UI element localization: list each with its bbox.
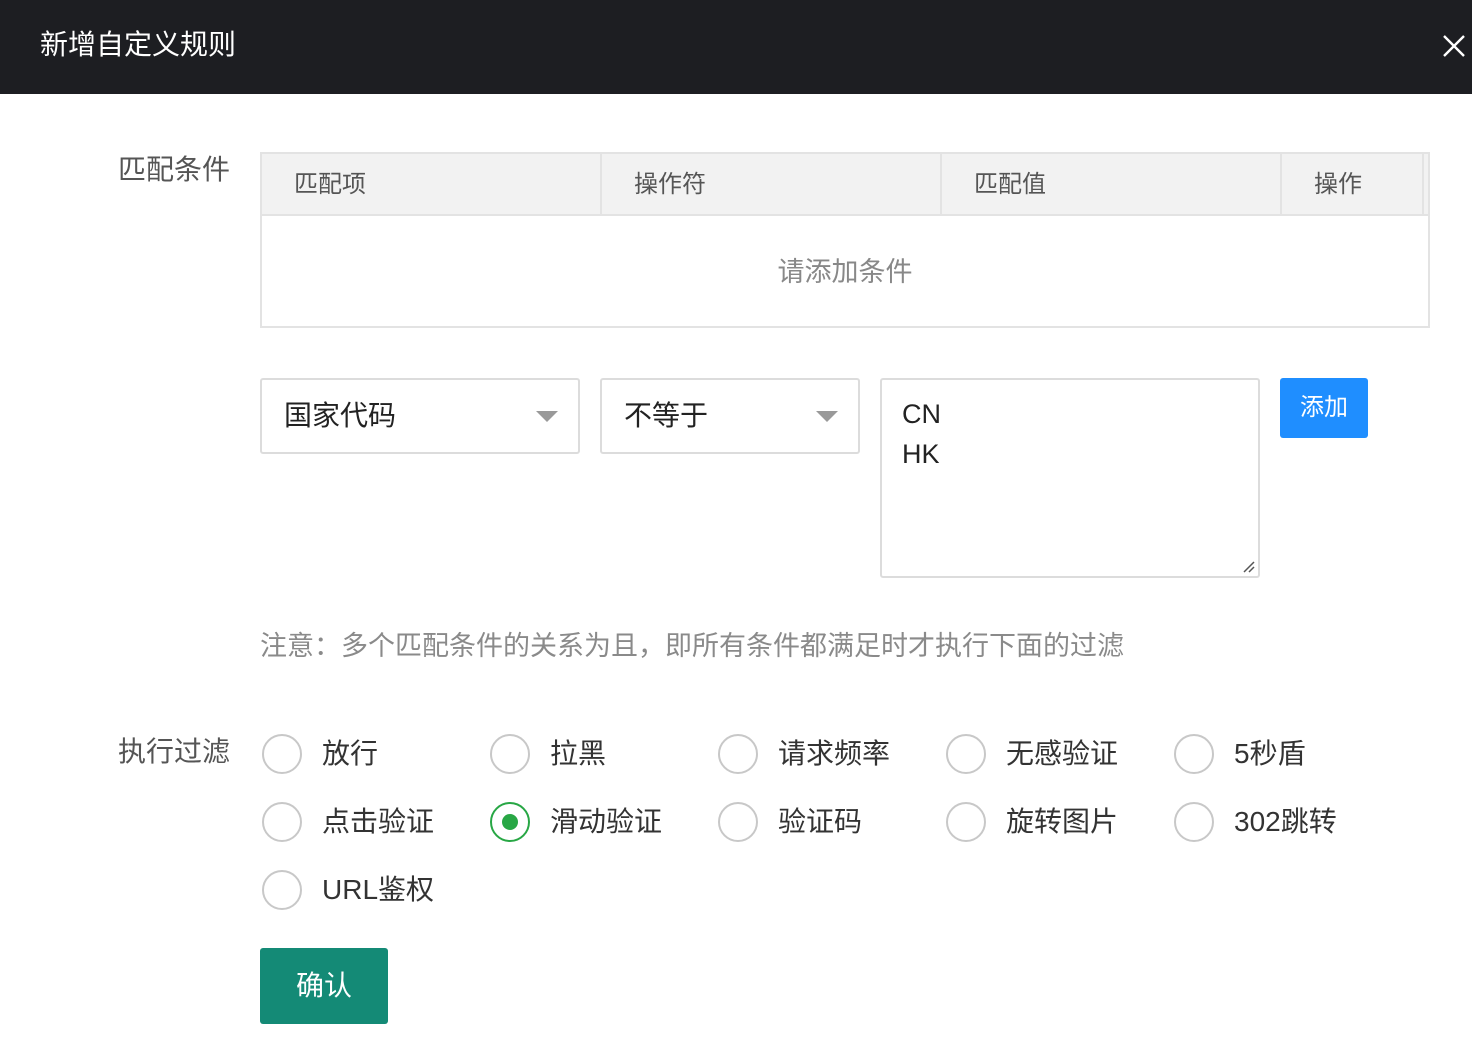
caret-down-icon xyxy=(536,411,558,422)
conditions-note: 注意：多个匹配条件的关系为且，即所有条件都满足时才执行下面的过滤 xyxy=(260,631,1124,661)
dialog-title: 新增自定义规则 xyxy=(40,29,237,60)
radio-label: 点击验证 xyxy=(322,806,435,837)
radio-allow[interactable]: 放行 xyxy=(262,732,462,776)
radio-label: 滑动验证 xyxy=(550,806,663,837)
radio-circle xyxy=(946,802,986,842)
resize-handle-icon[interactable] xyxy=(1241,559,1255,573)
column-header-match-item: 匹配项 xyxy=(262,154,602,216)
radio-5s-shield[interactable]: 5秒盾 xyxy=(1174,732,1374,776)
radio-302-redirect[interactable]: 302跳转 xyxy=(1174,800,1374,844)
operator-select[interactable]: 不等于 xyxy=(600,378,860,454)
match-conditions-label: 匹配条件 xyxy=(118,154,231,185)
conditions-table: 匹配项 操作符 匹配值 操作 请添加条件 xyxy=(260,152,1430,328)
match-values-textarea[interactable]: CN HK xyxy=(880,378,1260,578)
radio-rotate-image[interactable]: 旋转图片 xyxy=(946,800,1146,844)
radio-label: URL鉴权 xyxy=(322,874,435,905)
match-value-line: HK xyxy=(902,439,940,469)
confirm-button[interactable]: 确认 xyxy=(260,948,388,1024)
radio-captcha[interactable]: 验证码 xyxy=(718,800,918,844)
radio-circle xyxy=(946,734,986,774)
radio-label: 验证码 xyxy=(778,806,863,837)
table-empty-text: 请添加条件 xyxy=(777,257,913,287)
match-item-select[interactable]: 国家代码 xyxy=(260,378,580,454)
add-condition-button[interactable]: 添加 xyxy=(1280,378,1368,438)
column-header-action: 操作 xyxy=(1282,154,1424,216)
radio-label: 302跳转 xyxy=(1234,806,1337,837)
radio-label: 拉黑 xyxy=(550,738,607,769)
radio-circle-selected xyxy=(490,802,530,842)
radio-label: 旋转图片 xyxy=(1006,806,1119,837)
radio-label: 5秒盾 xyxy=(1234,738,1306,769)
operator-value: 不等于 xyxy=(624,400,709,431)
radio-label: 请求频率 xyxy=(778,738,891,769)
radio-label: 放行 xyxy=(322,738,379,769)
column-header-match-value: 匹配值 xyxy=(942,154,1282,216)
radio-blacklist[interactable]: 拉黑 xyxy=(490,732,690,776)
radio-invisible-verify[interactable]: 无感验证 xyxy=(946,732,1146,776)
radio-circle xyxy=(262,870,302,910)
match-item-value: 国家代码 xyxy=(284,400,397,431)
radio-label: 无感验证 xyxy=(1006,738,1119,769)
caret-down-icon xyxy=(816,411,838,422)
radio-circle xyxy=(1174,734,1214,774)
table-header: 匹配项 操作符 匹配值 操作 xyxy=(262,154,1428,216)
radio-request-rate[interactable]: 请求频率 xyxy=(718,732,918,776)
radio-circle xyxy=(262,802,302,842)
radio-click-verify[interactable]: 点击验证 xyxy=(262,800,462,844)
radio-circle xyxy=(262,734,302,774)
close-icon[interactable] xyxy=(1436,28,1472,64)
radio-circle xyxy=(1174,802,1214,842)
radio-circle xyxy=(718,802,758,842)
radio-url-auth[interactable]: URL鉴权 xyxy=(262,868,462,912)
column-header-operator: 操作符 xyxy=(602,154,942,216)
dialog-titlebar: 新增自定义规则 xyxy=(0,0,1472,94)
radio-circle xyxy=(718,734,758,774)
execute-filter-label: 执行过滤 xyxy=(118,736,231,767)
radio-slide-verify[interactable]: 滑动验证 xyxy=(490,800,690,844)
radio-circle xyxy=(490,734,530,774)
match-value-line: CN xyxy=(902,399,941,429)
